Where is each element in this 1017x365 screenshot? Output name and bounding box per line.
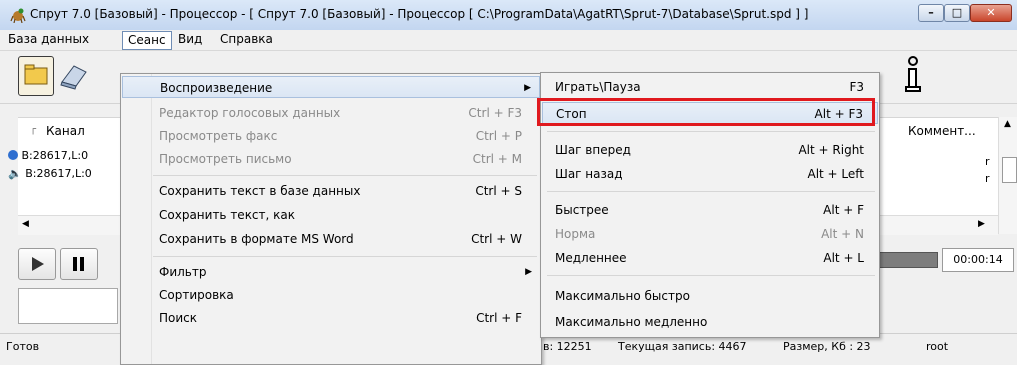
scroll-up-icon[interactable]: ▲ <box>1004 119 1011 129</box>
maximize-button[interactable]: □ <box>944 4 970 22</box>
menu-item-sort[interactable]: Сортировка <box>122 284 540 306</box>
select-all-checkbox[interactable]: ┌ <box>30 124 36 135</box>
status-current-record: Текущая запись: 4467 <box>618 340 747 353</box>
status-ready: Готов <box>6 340 40 353</box>
list-item[interactable]: B:28617,L:0 <box>8 147 88 165</box>
maximize-icon: □ <box>951 6 963 19</box>
session-menu: Воспроизведение ▶ Редактор голосовых дан… <box>120 73 542 365</box>
play-button[interactable] <box>18 248 56 280</box>
status-user: root <box>926 340 949 353</box>
scroll-thumb[interactable] <box>1002 157 1017 183</box>
pause-button[interactable] <box>60 248 98 280</box>
menu-database[interactable]: База данных <box>3 31 94 48</box>
speaker-icon: 🔈 <box>8 167 22 180</box>
menu-item-step-forward[interactable]: Шаг вперед Alt + Right <box>542 139 878 161</box>
menu-item-step-back[interactable]: Шаг назад Alt + Left <box>542 163 878 185</box>
menu-item-normal[interactable]: Норма Alt + N <box>542 223 878 245</box>
scroll-right-icon[interactable]: ▶ <box>978 219 985 229</box>
folder-icon <box>24 64 48 85</box>
status-size: Размер, Кб : 23 <box>783 340 871 353</box>
submenu-arrow-icon: ▶ <box>525 267 532 277</box>
list-item-comment: r <box>985 172 990 185</box>
menu-separator <box>547 131 875 132</box>
menu-item-save-text-db[interactable]: Сохранить текст в базе данных Ctrl + S <box>122 180 540 202</box>
menu-item-max-slow[interactable]: Максимально медленно <box>542 311 878 333</box>
menu-bar: База данных Сеанс Вид Справка <box>0 30 1017 51</box>
menu-item-view-letter[interactable]: Просмотреть письмо Ctrl + M <box>122 148 540 170</box>
list-item-channel: B:28617,L:0 <box>21 149 89 162</box>
close-button[interactable]: ✕ <box>970 4 1012 22</box>
title-bar: Спрут 7.0 [Базовый] - Процессор - [ Спру… <box>0 0 1017 31</box>
app-icon <box>10 8 26 23</box>
close-icon: ✕ <box>986 6 996 19</box>
menu-view[interactable]: Вид <box>173 31 207 48</box>
column-header-comment[interactable]: Коммент... <box>908 124 976 138</box>
vertical-scrollbar[interactable]: ▲ <box>998 117 1017 234</box>
menu-item-max-fast[interactable]: Максимально быстро <box>542 285 878 307</box>
menu-separator <box>153 256 537 257</box>
menu-item-play-pause[interactable]: Играть\Пауза F3 <box>542 76 878 98</box>
menu-item-filter[interactable]: Фильтр ▶ <box>122 261 540 283</box>
menu-item-view-fax[interactable]: Просмотреть факс Ctrl + P <box>122 125 540 147</box>
playback-progress-bar[interactable] <box>876 252 938 268</box>
eraser-icon <box>60 65 87 90</box>
transcript-text-field[interactable] <box>18 288 118 324</box>
menu-item-save-text-as[interactable]: Сохранить текст, как <box>122 204 540 226</box>
status-total-records: в: 12251 <box>543 340 592 353</box>
list-item-channel: B:28617,L:0 <box>25 167 92 180</box>
menu-item-voice-editor[interactable]: Редактор голосовых данных Ctrl + F3 <box>122 102 540 124</box>
menu-help[interactable]: Справка <box>215 31 278 48</box>
menu-item-playback[interactable]: Воспроизведение ▶ <box>122 76 540 98</box>
menu-item-slower[interactable]: Медленнее Alt + L <box>542 247 878 269</box>
column-header-channel[interactable]: Канал <box>46 124 85 138</box>
minimize-button[interactable]: – <box>918 4 944 22</box>
menu-separator <box>547 275 875 276</box>
menu-session[interactable]: Сеанс <box>122 31 172 50</box>
scroll-left-icon[interactable]: ◀ <box>22 219 29 229</box>
list-item-comment: r <box>985 155 990 168</box>
menu-separator <box>153 175 537 176</box>
highlight-box <box>537 98 875 126</box>
list-item[interactable]: 🔈 B:28617,L:0 <box>8 165 92 183</box>
minimize-icon: – <box>928 6 934 19</box>
info-icon[interactable] <box>902 55 924 95</box>
menu-item-faster[interactable]: Быстрее Alt + F <box>542 199 878 221</box>
menu-item-save-word[interactable]: Сохранить в формате MS Word Ctrl + W <box>122 228 540 250</box>
play-icon <box>32 257 44 271</box>
playback-time: 00:00:14 <box>942 248 1014 272</box>
menu-item-search[interactable]: Поиск Ctrl + F <box>122 307 540 329</box>
submenu-arrow-icon: ▶ <box>524 83 531 93</box>
eraser-button[interactable] <box>56 56 92 96</box>
pause-icon <box>73 257 84 271</box>
window-title: Спрут 7.0 [Базовый] - Процессор - [ Спру… <box>30 7 809 21</box>
status-dot-icon <box>8 150 18 160</box>
menu-separator <box>547 191 875 192</box>
open-database-button[interactable] <box>18 56 54 96</box>
